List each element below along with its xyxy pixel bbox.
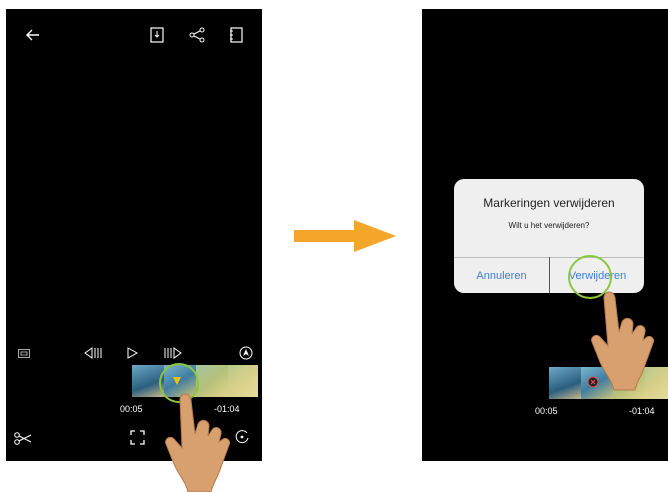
export-icon[interactable] bbox=[150, 27, 164, 43]
pointing-hand-left bbox=[165, 393, 230, 492]
current-time: 00:05 bbox=[535, 406, 558, 416]
current-time: 00:05 bbox=[120, 404, 143, 414]
pointing-hand-right bbox=[591, 291, 654, 391]
remaining-time: -01:04 bbox=[629, 406, 655, 416]
scissors-icon[interactable] bbox=[14, 431, 32, 445]
navigate-icon[interactable] bbox=[239, 346, 253, 360]
notebook-icon[interactable] bbox=[230, 27, 243, 43]
back-arrow-icon[interactable] bbox=[26, 29, 40, 41]
next-frame-icon[interactable] bbox=[164, 347, 182, 359]
delete-markers-dialog: Markeringen verwijderen Wilt u het verwi… bbox=[454, 179, 644, 293]
fullscreen-icon[interactable] bbox=[130, 430, 145, 445]
aspect-ratio-icon[interactable] bbox=[18, 349, 30, 358]
cancel-button[interactable]: Annuleren bbox=[454, 270, 549, 282]
previous-frame-icon[interactable] bbox=[84, 347, 102, 359]
dialog-title: Markeringen verwijderen bbox=[483, 196, 615, 210]
share-icon[interactable] bbox=[189, 27, 205, 43]
play-icon[interactable] bbox=[127, 347, 138, 359]
transition-arrow bbox=[294, 220, 396, 252]
dialog-message: Wilt u het verwijderen? bbox=[508, 221, 590, 230]
